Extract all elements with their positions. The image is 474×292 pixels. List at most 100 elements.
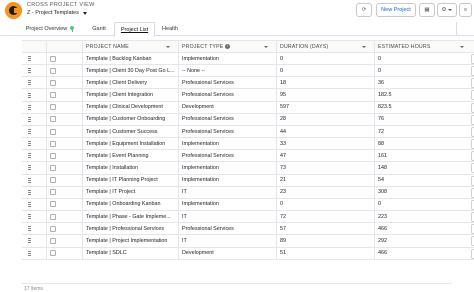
duration-cell[interactable]: 21	[276, 174, 374, 186]
project-name-cell[interactable]: Template | Client 30 Day Post Go L...	[82, 65, 178, 77]
estimated-hours-cell[interactable]: 182.5	[374, 89, 472, 101]
table-row[interactable]: Template | Professional Services Professi…	[22, 223, 474, 236]
drag-handle[interactable]	[22, 162, 46, 173]
row-checkbox[interactable]	[50, 79, 56, 86]
project-name-cell[interactable]: Template | Onboarding Kanban	[82, 198, 178, 211]
table-row[interactable]: Template | Phase - Gate Impleme... IT 72 22…	[22, 211, 474, 224]
duration-cell[interactable]: 0	[276, 65, 374, 77]
tab-health[interactable]: Health	[157, 22, 183, 36]
table-row[interactable]: Template | Client 30 Day Post Go L... -- …	[22, 65, 474, 78]
table-row[interactable]: Template | Equipment Installation Impleme…	[22, 138, 474, 151]
duration-cell[interactable]: 47	[276, 150, 374, 162]
estimated-hours-cell[interactable]: 0	[374, 65, 472, 77]
table-row[interactable]: Template | Client Integration Professiona…	[22, 89, 474, 102]
project-type-cell[interactable]: Professional Services	[178, 125, 276, 138]
chevron-down-icon[interactable]	[460, 46, 464, 48]
project-type-cell[interactable]: IT	[178, 186, 276, 198]
project-name-cell[interactable]: Template | IT Project	[82, 186, 178, 198]
drag-handle[interactable]	[22, 187, 46, 198]
row-checkbox[interactable]	[50, 92, 56, 99]
project-type-cell[interactable]: Development	[178, 101, 276, 113]
project-name-cell[interactable]: Template | Client Integration	[82, 89, 178, 101]
row-checkbox[interactable]	[50, 250, 56, 257]
table-row[interactable]: Template | Onboarding Kanban Implementati…	[22, 198, 474, 212]
drag-handle[interactable]	[22, 150, 46, 161]
column-header-estimated-hours[interactable]: ESTIMATED HOURS	[374, 41, 472, 52]
estimated-hours-cell[interactable]: 308	[374, 186, 472, 198]
chevron-down-icon[interactable]	[362, 46, 366, 48]
table-row[interactable]: Template | Customer Onboarding Profession…	[22, 113, 474, 126]
project-type-cell[interactable]: Professional Services	[178, 113, 276, 125]
project-name-cell[interactable]: Template | Equipment Installation	[82, 138, 178, 150]
duration-cell[interactable]: 72	[276, 211, 374, 223]
drag-handle[interactable]	[22, 77, 46, 88]
drag-handle[interactable]	[22, 211, 46, 222]
drag-handle[interactable]	[22, 65, 46, 76]
drag-handle[interactable]	[22, 102, 46, 113]
estimated-hours-cell[interactable]: 223	[374, 211, 472, 223]
project-type-cell[interactable]: IT	[178, 235, 276, 247]
estimated-hours-cell[interactable]: 466	[374, 247, 472, 259]
column-header-duration[interactable]: DURATION (DAYS)	[276, 41, 374, 52]
row-checkbox[interactable]	[50, 104, 56, 111]
drag-handle[interactable]	[22, 248, 46, 259]
project-type-cell[interactable]: IT	[178, 211, 276, 223]
project-name-cell[interactable]: Template | IT Planning Project	[82, 174, 178, 186]
row-checkbox[interactable]	[50, 67, 56, 74]
table-row[interactable]: Template | IT Planning Project Implementa…	[22, 174, 474, 187]
duration-cell[interactable]: 18	[276, 77, 374, 89]
estimated-hours-cell[interactable]: 292	[374, 235, 472, 247]
duration-cell[interactable]: 57	[276, 223, 374, 235]
estimated-hours-cell[interactable]: 466	[374, 223, 472, 235]
duration-cell[interactable]: 0	[276, 198, 374, 211]
project-type-cell[interactable]: Implementation	[178, 198, 276, 211]
project-type-cell[interactable]: Implementation	[178, 174, 276, 186]
table-row[interactable]: Template | Clinical Development Developme…	[22, 101, 474, 114]
estimated-hours-cell[interactable]: 88	[374, 138, 472, 150]
row-checkbox[interactable]	[50, 152, 56, 159]
table-row[interactable]: Template | Event Planning Professional Se…	[22, 150, 474, 163]
column-header-project-name[interactable]: PROJECT NAME	[82, 41, 178, 52]
duration-cell[interactable]: 597	[276, 101, 374, 113]
duration-cell[interactable]: 51	[276, 247, 374, 259]
project-name-cell[interactable]: Template | Installation	[82, 162, 178, 174]
project-type-cell[interactable]: Professional Services	[178, 150, 276, 162]
project-type-cell[interactable]: Implementation	[178, 53, 276, 65]
tab-project-list[interactable]: Project List	[114, 22, 155, 37]
chevron-down-icon[interactable]	[166, 46, 170, 48]
project-name-cell[interactable]: Template | Client Delivery	[82, 77, 178, 89]
row-checkbox[interactable]	[50, 213, 56, 220]
row-checkbox[interactable]	[50, 128, 56, 135]
duration-cell[interactable]: 95	[276, 89, 374, 101]
row-checkbox[interactable]	[50, 140, 56, 147]
project-type-cell[interactable]: Implementation	[178, 162, 276, 174]
info-icon[interactable]: i	[225, 44, 231, 49]
project-type-cell[interactable]: Implementation	[178, 138, 276, 150]
duration-cell[interactable]: 89	[276, 235, 374, 247]
drag-handle[interactable]	[22, 53, 46, 64]
grid-view-button[interactable]: ▦	[419, 3, 435, 17]
tab-project-overview[interactable]: Project Overview	[20, 22, 80, 36]
duration-cell[interactable]: 33	[276, 138, 374, 150]
estimated-hours-cell[interactable]: 76	[374, 113, 472, 125]
estimated-hours-cell[interactable]: 0	[374, 198, 472, 211]
row-checkbox[interactable]	[50, 116, 56, 123]
project-name-cell[interactable]: Template | Customer Onboarding	[82, 113, 178, 125]
row-checkbox[interactable]	[50, 177, 56, 184]
project-name-cell[interactable]: Template | Project Implementation	[82, 235, 178, 247]
project-name-cell[interactable]: Template | SDLC	[82, 247, 178, 259]
project-name-cell[interactable]: Template | Customer Success	[82, 125, 178, 138]
estimated-hours-cell[interactable]: 36	[374, 77, 472, 89]
table-row[interactable]: Template | IT Project IT 23 308	[22, 186, 474, 199]
project-name-cell[interactable]: Template | Professional Services	[82, 223, 178, 235]
new-project-button[interactable]: New Project	[376, 3, 416, 17]
drag-handle[interactable]	[22, 175, 46, 186]
row-checkbox[interactable]	[50, 237, 56, 244]
project-name-cell[interactable]: Template | Backlog Kanban	[82, 53, 178, 65]
table-row[interactable]: Template | Backlog Kanban Implementation 0…	[22, 53, 474, 66]
tab-gantt[interactable]: Gantt	[86, 22, 112, 36]
row-checkbox[interactable]	[50, 164, 56, 171]
table-row[interactable]: Template | Customer Success Professional …	[22, 125, 474, 139]
row-checkbox[interactable]	[50, 189, 56, 196]
row-checkbox[interactable]	[50, 225, 56, 232]
